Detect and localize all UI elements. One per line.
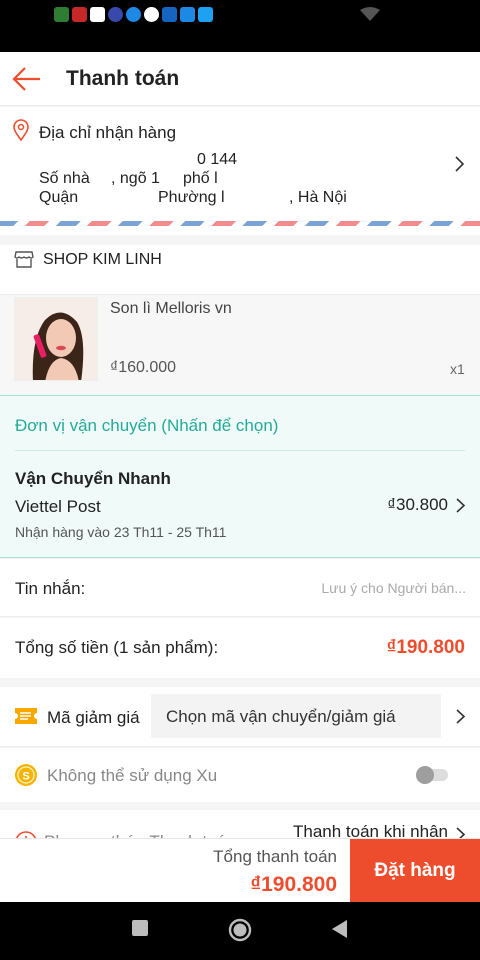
wifi-icon bbox=[360, 7, 380, 21]
app-header: Thanh toán bbox=[0, 52, 480, 106]
message-label: Tin nhắn: bbox=[15, 579, 86, 598]
shop-name: SHOP KIM LINH bbox=[43, 251, 162, 268]
message-input[interactable] bbox=[240, 573, 466, 603]
coin-icon: S bbox=[15, 764, 37, 786]
address-city: , Hà Nội bbox=[289, 189, 347, 206]
vpn-shield-icon bbox=[180, 7, 195, 22]
product-price: ₫160.000 bbox=[110, 359, 177, 376]
product-quantity: x1 bbox=[450, 361, 465, 377]
voucher-label: Mã giảm giá bbox=[47, 708, 140, 727]
shield-app-icon bbox=[54, 7, 69, 22]
home-icon[interactable] bbox=[228, 918, 252, 942]
shop-header: SHOP KIM LINH bbox=[0, 245, 480, 295]
address-street-lane: , ngõ 1 bbox=[111, 170, 160, 187]
google-icon bbox=[144, 7, 159, 22]
checkout-bar: Tổng thanh toán ₫190.800 Đặt hàng bbox=[0, 838, 480, 903]
coins-toggle[interactable] bbox=[416, 766, 450, 784]
product-item: Son lì Melloris vn ₫160.000 x1 bbox=[0, 295, 480, 395]
address-street-name: phố l bbox=[183, 170, 218, 187]
chevron-right-icon[interactable] bbox=[454, 708, 466, 725]
notification-icons bbox=[54, 7, 213, 22]
location-pin-icon bbox=[13, 119, 29, 141]
shipping-section: Đơn vị vận chuyển (Nhấn để chọn) Vận Chu… bbox=[0, 395, 480, 558]
back-icon[interactable] bbox=[330, 919, 348, 939]
voucher-select-button[interactable]: Chọn mã vận chuyển/giảm giá bbox=[151, 694, 441, 738]
messenger-icon bbox=[126, 7, 141, 22]
place-order-button[interactable]: Đặt hàng bbox=[350, 839, 480, 903]
address-district: Quận bbox=[39, 189, 79, 206]
grab-app-icon bbox=[72, 7, 87, 22]
back-arrow-icon[interactable] bbox=[12, 65, 42, 93]
recent-apps-icon[interactable] bbox=[131, 919, 149, 937]
coins-label: Không thể sử dụng Xu bbox=[47, 766, 218, 785]
order-total-value: ₫190.800 bbox=[386, 637, 465, 658]
address-street-house: Số nhà bbox=[39, 170, 90, 187]
voucher-ticket-icon bbox=[15, 708, 37, 724]
shipping-divider bbox=[15, 450, 465, 451]
shipping-select-prompt[interactable]: Đơn vị vận chuyển (Nhấn để chọn) bbox=[15, 416, 278, 436]
checkout-total-label: Tổng thanh toán bbox=[213, 847, 337, 866]
shipping-eta: Nhận hàng vào 23 Th11 - 25 Th11 bbox=[15, 524, 227, 540]
checkout-total-amount: ₫190.800 bbox=[250, 873, 337, 896]
voucher-select-text: Chọn mã vận chuyển/giảm giá bbox=[166, 707, 396, 726]
shipping-fee: ₫30.800 bbox=[387, 495, 448, 514]
voucher-row[interactable]: Mã giảm giá Chọn mã vận chuyển/giảm giá bbox=[0, 687, 480, 747]
product-image bbox=[14, 297, 98, 381]
address-line-top: 0 144 bbox=[197, 151, 238, 168]
shipping-carrier[interactable]: Viettel Post bbox=[15, 497, 101, 517]
address-title: Địa chỉ nhận hàng bbox=[39, 123, 177, 142]
message-row: Tin nhắn: bbox=[0, 559, 480, 617]
store-icon bbox=[14, 251, 34, 268]
order-total-row: Tổng số tiền (1 sản phẩm): ₫190.800 bbox=[0, 618, 480, 678]
delivery-address-section[interactable]: Địa chỉ nhận hàng 0 144 Số nhà , ngõ 1 p… bbox=[0, 107, 480, 235]
chevron-right-icon bbox=[455, 156, 465, 172]
shipping-method[interactable]: Vận Chuyển Nhanh bbox=[15, 469, 171, 489]
system-navigation-bar bbox=[0, 902, 480, 960]
cloud-icon bbox=[162, 7, 177, 22]
product-name: Son lì Melloris vn bbox=[110, 300, 232, 317]
status-bar bbox=[0, 0, 480, 52]
chevron-right-icon[interactable] bbox=[454, 497, 466, 514]
chat-app-icon bbox=[108, 7, 123, 22]
grab-icon bbox=[90, 7, 105, 22]
page-title: Thanh toán bbox=[66, 67, 180, 90]
twitter-icon bbox=[198, 7, 213, 22]
svg-text:S: S bbox=[22, 771, 29, 783]
order-total-label: Tổng số tiền (1 sản phẩm): bbox=[15, 638, 219, 657]
address-ward: Phường l bbox=[158, 189, 225, 206]
coins-row: S Không thể sử dụng Xu bbox=[0, 748, 480, 802]
address-airmail-border bbox=[0, 221, 480, 226]
